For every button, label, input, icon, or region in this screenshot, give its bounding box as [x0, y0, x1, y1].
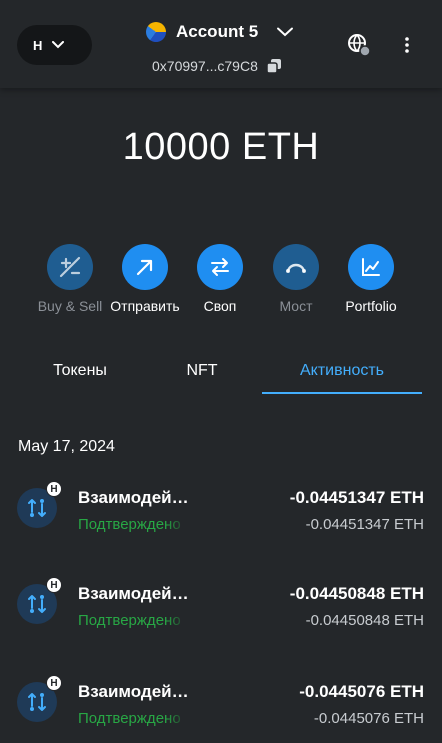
buy-sell-icon [59, 256, 81, 278]
send-arrow-icon [136, 259, 153, 276]
asset-tabs: Токены NFT Активность [0, 352, 442, 396]
activity-secondary-amount: -0.04451347 ETH [305, 516, 424, 533]
action-bar: Buy & Sell Отправить Своп Мост Portfolio [0, 244, 442, 324]
connected-sites-icon[interactable] [347, 33, 371, 57]
activity-date-header: May 17, 2024 [18, 438, 115, 455]
account-name: Account 5 [176, 22, 259, 41]
activity-status: Подтверждено [78, 612, 181, 629]
portfolio-chart-icon [362, 258, 380, 276]
activity-item[interactable]: H Взаимодействие с контрактом Подтвержде… [0, 576, 442, 646]
copy-icon [266, 59, 281, 74]
activity-status: Подтверждено [78, 516, 181, 533]
activity-title: Взаимодействие с контрактом [78, 584, 198, 603]
activity-item[interactable]: H Взаимодействие с контрактом Подтвержде… [0, 674, 442, 743]
swap-icon [211, 258, 229, 276]
tab-nft[interactable]: NFT [142, 352, 262, 394]
activity-status: Подтверждено [78, 710, 181, 727]
activity-item[interactable]: H Взаимодействие с контрактом Подтвержде… [0, 480, 442, 550]
account-avatar [146, 22, 166, 42]
portfolio-label: Portfolio [345, 298, 397, 314]
network-badge: H [46, 481, 62, 497]
activity-amount: -0.04450848 ETH [289, 584, 424, 603]
activity-title: Взаимодействие с контрактом [78, 488, 198, 507]
bridge-icon [286, 263, 306, 273]
account-address-copy[interactable]: 0x70997...c79C8 [152, 58, 282, 74]
activity-amount: -0.04451347 ETH [289, 488, 424, 507]
more-options-icon[interactable] [398, 36, 416, 54]
account-balance: 10000 ETH [122, 126, 320, 168]
account-address: 0x70997...c79C8 [152, 58, 258, 74]
network-badge: H [46, 577, 62, 593]
portfolio-button[interactable]: Portfolio [326, 244, 416, 314]
network-selector[interactable]: H [17, 25, 92, 65]
activity-secondary-amount: -0.04450848 ETH [305, 612, 424, 629]
network-label: H [33, 37, 43, 53]
account-picker[interactable]: Account 5 [146, 20, 294, 44]
chevron-down-icon [52, 41, 65, 49]
tab-tokens[interactable]: Токены [20, 352, 140, 394]
tab-activity[interactable]: Активность [262, 352, 422, 394]
activity-amount: -0.0445076 ETH [299, 682, 424, 701]
network-badge: H [46, 675, 62, 691]
activity-secondary-amount: -0.0445076 ETH [313, 710, 424, 727]
activity-title: Взаимодействие с контрактом [78, 682, 198, 701]
chevron-down-icon [277, 27, 294, 37]
app-header: H Account 5 0x70997...c79C8 [0, 0, 442, 88]
